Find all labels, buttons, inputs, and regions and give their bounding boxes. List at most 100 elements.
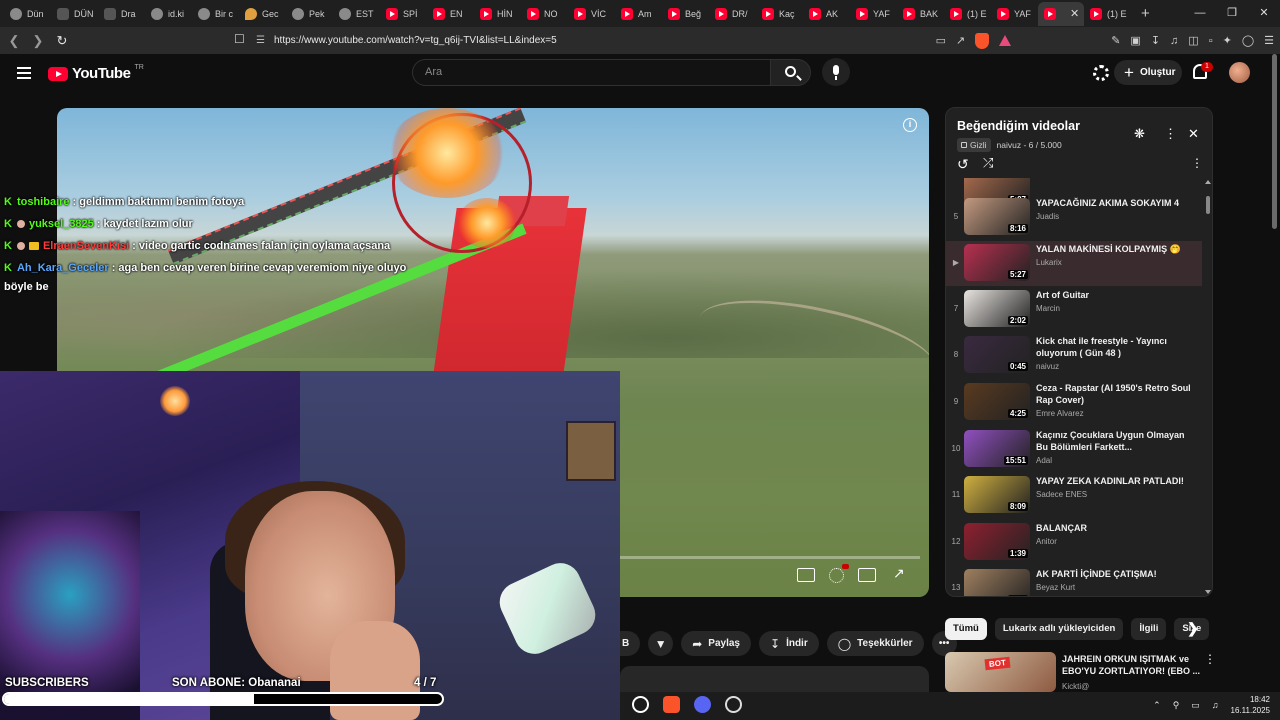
browser-tab[interactable]: Dün	[4, 2, 51, 26]
playlist-more-icon[interactable]: ⋮	[1164, 126, 1177, 142]
filter-chip[interactable]: Lukarix adlı yükleyiciden	[994, 618, 1124, 640]
video-progress-bar[interactable]	[617, 556, 920, 559]
browser-tab[interactable]: Beğ	[662, 2, 709, 26]
playlist-item-thumbnail[interactable]: 15:51	[964, 430, 1030, 467]
like-count-button[interactable]: B	[620, 631, 641, 656]
browser-tab[interactable]: Kaç	[756, 2, 803, 26]
chatgpt-icon[interactable]	[632, 696, 649, 713]
theater-mode-icon[interactable]	[858, 568, 876, 582]
browser-tab[interactable]: (1) E	[944, 2, 991, 26]
browser-tab[interactable]: HİN	[474, 2, 521, 26]
scrollbar-thumb[interactable]	[1206, 196, 1210, 214]
playlist-item[interactable]: 11 8:09 YAPAY ZEKA KADINLAR PATLADI! Sadece…	[946, 473, 1202, 518]
install-icon[interactable]: ▭	[936, 34, 946, 47]
fullscreen-icon[interactable]	[890, 565, 908, 582]
playlist-item-thumbnail[interactable]: 1:39	[964, 523, 1030, 560]
browser-tab[interactable]: Dra	[98, 2, 145, 26]
share-page-icon[interactable]: ↗	[956, 34, 965, 47]
brave-shields-icon[interactable]	[975, 32, 990, 49]
recommended-video[interactable]: BOT JAHREIN ORKUN IŞITMAK ve EBO'YU ZORT…	[945, 652, 1216, 692]
recommended-thumbnail[interactable]: BOT	[945, 652, 1056, 692]
search-button[interactable]	[770, 59, 811, 86]
browser-tab[interactable]: Pek	[286, 2, 333, 26]
browser-tab[interactable]: AK	[803, 2, 850, 26]
browser-tab[interactable]: Am	[615, 2, 662, 26]
hamburger-menu-icon[interactable]	[17, 67, 31, 79]
playlist-item-thumbnail[interactable]: 0:45	[964, 336, 1030, 373]
filter-chip[interactable]: İlgili	[1131, 618, 1167, 640]
url-field[interactable]: ☰ https://www.youtube.com/watch?v=tg_q6i…	[256, 30, 976, 51]
account-avatar[interactable]	[1229, 62, 1250, 83]
restore-button[interactable]: ❐	[1216, 0, 1248, 27]
browser-tab[interactable]: id.ki	[145, 2, 192, 26]
save-playlist-icon[interactable]: ❋	[1134, 126, 1145, 142]
screenshot-icon[interactable]: ▣	[1130, 34, 1140, 47]
playlist-item[interactable]: ▶ 5:27 YALAN MAKİNESİ KOLPAYMIŞ 🤭 Lukarix	[946, 241, 1202, 286]
dislike-button[interactable]: ▼	[648, 631, 674, 656]
playlist-item-thumbnail[interactable]: 8:14	[964, 569, 1030, 596]
close-window-button[interactable]: ✕	[1248, 0, 1280, 27]
clock[interactable]: 18:42 16.11.2025	[1231, 694, 1270, 716]
discord-icon[interactable]	[694, 696, 711, 713]
search-input[interactable]: Ara	[412, 59, 771, 86]
studio-icon[interactable]	[1093, 65, 1109, 81]
playlist-item-thumbnail[interactable]: 8:16	[964, 198, 1030, 235]
browser-tab[interactable]: NO	[521, 2, 568, 26]
youtube-logo[interactable]: YouTube TR	[48, 64, 144, 82]
wallet-icon[interactable]: ▫	[1209, 35, 1213, 47]
vpn-icon[interactable]: ◯	[1242, 34, 1254, 47]
steam-icon[interactable]	[725, 696, 742, 713]
thanks-button[interactable]: ◯ Teşekkürler	[826, 631, 924, 656]
browser-tab[interactable]: EST	[333, 2, 380, 26]
browser-tab[interactable]: (1) E	[1084, 2, 1131, 26]
brave-rewards-icon[interactable]	[999, 35, 1012, 46]
sidebar-icon[interactable]: ◫	[1188, 34, 1198, 47]
minimize-button[interactable]: —	[1184, 0, 1216, 27]
forward-icon[interactable]: ❯	[28, 33, 48, 49]
subtitles-icon[interactable]	[797, 568, 815, 582]
page-scrollbar[interactable]	[1270, 54, 1280, 694]
browser-tab[interactable]: VİC	[568, 2, 615, 26]
playlist-options-icon[interactable]: ⋮	[1191, 156, 1203, 170]
microphone-tray-icon[interactable]: ⚲	[1173, 700, 1180, 711]
media-icon[interactable]: ♫	[1170, 35, 1178, 47]
browser-tab[interactable]: SPİ	[380, 2, 427, 26]
browser-tab[interactable]: Gec	[239, 2, 286, 26]
recommended-title[interactable]: JAHREIN ORKUN IŞITMAK ve EBO'YU ZORTLATI…	[1062, 653, 1202, 677]
page-scrollbar-thumb[interactable]	[1272, 54, 1277, 229]
new-tab-button[interactable]: +	[1131, 5, 1160, 22]
create-button[interactable]: + Oluştur	[1114, 60, 1182, 85]
playlist-item-thumbnail[interactable]: 8:09	[964, 476, 1030, 513]
recommended-more-icon[interactable]: ⋮	[1204, 652, 1216, 666]
volume-icon[interactable]: ♫	[1212, 700, 1219, 710]
playlist-item[interactable]: 10 15:51 Kaçınız Çocuklara Uygun Olmayan B…	[946, 427, 1202, 472]
close-playlist-icon[interactable]: ✕	[1188, 126, 1199, 142]
browser-tab[interactable]: YAF	[991, 2, 1038, 26]
download-button[interactable]: ↧ İndir	[759, 631, 819, 656]
playlist-item-thumbnail[interactable]: 4:25	[964, 383, 1030, 420]
leo-icon[interactable]: ✦	[1223, 34, 1232, 47]
reload-icon[interactable]: ↻	[52, 33, 72, 49]
filter-chip[interactable]: Tümü	[945, 618, 987, 640]
playlist-item-thumbnail[interactable]: 2:02	[964, 290, 1030, 327]
site-settings-icon[interactable]: ☰	[256, 35, 274, 46]
browser-tab[interactable]: DR/	[709, 2, 756, 26]
playlist-item[interactable]: 12 1:39 BALANÇAR Anitor	[946, 520, 1202, 565]
playlist-item[interactable]: 5 8:16 YAPACAĞINIZ AKIMA SOKAYIM 4 Juadis	[946, 195, 1202, 240]
menu-icon[interactable]: ☰	[1264, 34, 1274, 47]
browser-tab[interactable]: ✕	[1038, 1, 1084, 26]
playlist-item-thumbnail[interactable]: 5:27	[964, 244, 1030, 281]
tray-expand-icon[interactable]: ⌃	[1153, 700, 1161, 711]
voice-search-icon[interactable]	[822, 58, 850, 86]
browser-tab[interactable]: DÜN	[51, 2, 98, 26]
extensions-icon[interactable]: ✎	[1111, 34, 1120, 47]
playlist-item[interactable]: 13 8:14 AK PARTİ İÇİNDE ÇATIŞMA! Beyaz Kurt	[946, 566, 1202, 596]
playlist-item[interactable]: 8 0:45 Kick chat ile freestyle - Yayıncı o…	[946, 333, 1202, 378]
network-icon[interactable]: ▭	[1191, 700, 1200, 711]
browser-tab[interactable]: EN	[427, 2, 474, 26]
back-icon[interactable]: ❮	[4, 33, 24, 49]
bookmark-icon[interactable]: ☐	[234, 32, 245, 46]
browser-tab[interactable]: BAK	[897, 2, 944, 26]
info-icon[interactable]: i	[903, 118, 917, 132]
brave-icon[interactable]	[663, 696, 680, 713]
